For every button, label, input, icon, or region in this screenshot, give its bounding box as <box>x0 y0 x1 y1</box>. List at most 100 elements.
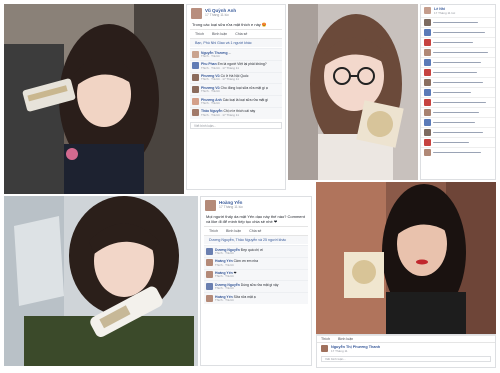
avatar[interactable] <box>192 97 199 105</box>
comment-meta[interactable]: Thích · Trả lời · 17 Tháng 11 <box>201 113 255 118</box>
comment-meta[interactable]: Thích · Trả lời <box>215 275 236 279</box>
avatar[interactable] <box>424 49 431 56</box>
avatar[interactable] <box>192 109 199 117</box>
comment <box>421 117 495 127</box>
comment: Phương Vũ Có ở Hà Nội Quốc Thích · Trả l… <box>190 71 282 84</box>
comment-button[interactable]: Bình luận <box>226 229 241 233</box>
avatar[interactable] <box>424 119 431 126</box>
comment <box>421 127 495 137</box>
comment-meta[interactable]: Thích · Trả lời <box>215 251 263 256</box>
avatar[interactable] <box>424 59 431 66</box>
comment <box>421 97 495 107</box>
avatar[interactable] <box>424 39 431 46</box>
avatar[interactable] <box>206 259 213 267</box>
facebook-post-top: Vũ Quỳnh Anh 17 Tháng 11 lúc Trong các l… <box>186 4 286 190</box>
avatar[interactable] <box>206 294 213 302</box>
comment: Dương Nguyễn Dùng sữa rửa mặt gì vậy Thí… <box>204 280 308 293</box>
comment: Phu Phan Em là người Việt lại phải không… <box>190 59 282 72</box>
share-button[interactable]: Chia sẻ <box>235 32 247 36</box>
avatar[interactable] <box>192 74 199 82</box>
comment <box>421 57 495 67</box>
avatar[interactable] <box>424 19 431 26</box>
comment <box>421 47 495 57</box>
avatar[interactable] <box>424 139 431 146</box>
avatar[interactable] <box>424 69 431 76</box>
avatar[interactable] <box>424 79 431 86</box>
comment-meta[interactable]: Thích · Trả lời <box>201 54 231 59</box>
comment <box>421 27 495 37</box>
comment <box>421 17 495 27</box>
avatar[interactable] <box>192 62 199 70</box>
avatar[interactable] <box>424 109 431 116</box>
comment <box>421 87 495 97</box>
comment-text: Sữa rửa mặt ạ <box>233 294 256 299</box>
avatar[interactable] <box>192 85 199 93</box>
post-actions: Thích Bình luận <box>317 335 495 343</box>
photo-girl-with-glasses <box>288 4 418 180</box>
comment-list-placeholder <box>421 17 495 157</box>
facebook-post-bottom-right: Thích Bình luận Nguyễn Thị Phương Thanh … <box>316 334 496 368</box>
avatar[interactable] <box>424 7 431 14</box>
comment <box>421 147 495 157</box>
comment-list: Dương Nguyễn Đẹp quá chị ơi Thích · Trả … <box>201 244 311 305</box>
avatar[interactable] <box>191 8 202 19</box>
comment <box>421 77 495 87</box>
comment-text: Đẹp quá chị ơi <box>240 247 263 252</box>
comment <box>421 37 495 47</box>
avatar[interactable] <box>424 29 431 36</box>
avatar[interactable] <box>424 99 431 106</box>
comment-button[interactable]: Bình luận <box>212 32 227 36</box>
comment-meta[interactable]: Thích · Trả lời · 17 Tháng 11 <box>201 78 248 82</box>
comment: Phương Vũ Cho đồng loại sữa rửa mặt gì ạ… <box>190 83 282 96</box>
comment-meta[interactable]: Thích · Trả lời <box>215 298 256 303</box>
comment-list: Nguyễn Thương ... Thích · Trả lời Phu Ph… <box>187 47 285 120</box>
post-date[interactable]: 17 Tháng 11 <box>331 349 380 353</box>
comment-text: ... <box>228 50 232 55</box>
likes-summary[interactable]: Dương Nguyễn, Thảo Nguyễn và 25 người kh… <box>204 236 308 244</box>
like-button[interactable]: Thích <box>195 32 204 36</box>
avatar[interactable] <box>206 282 213 290</box>
avatar[interactable] <box>424 129 431 136</box>
photo-girl-with-bottle <box>4 196 198 366</box>
comment: Nguyễn Thương ... Thích · Trả lời <box>190 48 282 60</box>
avatar[interactable] <box>205 200 216 211</box>
comment-meta[interactable]: Thích · Trả lời <box>215 263 258 268</box>
post-actions: Thích Bình luận Chia sẻ <box>204 226 308 236</box>
like-button[interactable]: Thích <box>209 229 218 233</box>
avatar[interactable] <box>206 247 213 255</box>
avatar[interactable] <box>424 149 431 156</box>
post-date[interactable]: 17 Tháng 11 lúc <box>219 205 243 209</box>
post-date[interactable]: 17 Tháng 11 lúc <box>205 13 236 17</box>
photo-girl-with-box <box>316 182 496 334</box>
photo-girl-holding-cleanser <box>4 4 184 194</box>
post-actions: Thích Bình luận Chia sẻ <box>190 29 282 39</box>
likes-summary[interactable]: Bạn, Phú Nhi Giao và 1 người khác <box>190 39 282 47</box>
comment: Hoàng Yến ❤ Thích · Trả lời <box>204 268 308 281</box>
comment-meta[interactable]: Thích · Trả lời <box>201 89 268 94</box>
post-header: Vũ Quỳnh Anh 17 Tháng 11 lúc <box>187 5 285 21</box>
comment-input[interactable]: Viết bình luận... <box>321 356 491 363</box>
comment <box>421 137 495 147</box>
facebook-post-right-top: Lê Nhi 17 Tháng 11 lúc <box>420 4 496 180</box>
comment-text: Dùng sữa rửa mặt gì vậy <box>240 282 279 287</box>
share-button[interactable]: Chia sẻ <box>249 229 261 233</box>
comment-meta[interactable]: Thích · Trả lời <box>201 101 268 106</box>
post-header: Nguyễn Thị Phương Thanh 17 Tháng 11 <box>317 343 495 355</box>
avatar[interactable] <box>192 50 199 58</box>
comment-text: ❤ <box>233 271 237 276</box>
avatar[interactable] <box>206 271 213 279</box>
like-button[interactable]: Thích <box>321 337 330 341</box>
comment-meta[interactable]: Thích · Trả lời · 17 Tháng 11 <box>201 66 267 71</box>
post-date[interactable]: 17 Tháng 11 lúc <box>434 11 455 15</box>
comment: Hoàng Yến Sữa rửa mặt ạ Thích · Trả lời <box>204 292 308 304</box>
comment-button[interactable]: Bình luận <box>338 337 353 341</box>
avatar[interactable] <box>321 345 328 352</box>
comment-input[interactable]: Viết bình luận... <box>190 121 282 129</box>
comment-text: Cảm ơn em nha <box>233 259 259 264</box>
facebook-post-bottom: Hoàng Yến 17 Tháng 11 lúc Mọi người thấy… <box>200 196 312 366</box>
post-text: Trong các loại sữa rửa mặt thích e này 😍 <box>192 22 267 27</box>
comment: Hoàng Yến Cảm ơn em nha Thích · Trả lời <box>204 256 308 269</box>
comment-meta[interactable]: Thích · Trả lời <box>215 286 279 291</box>
post-header: Lê Nhi 17 Tháng 11 lúc <box>421 5 495 17</box>
avatar[interactable] <box>424 89 431 96</box>
